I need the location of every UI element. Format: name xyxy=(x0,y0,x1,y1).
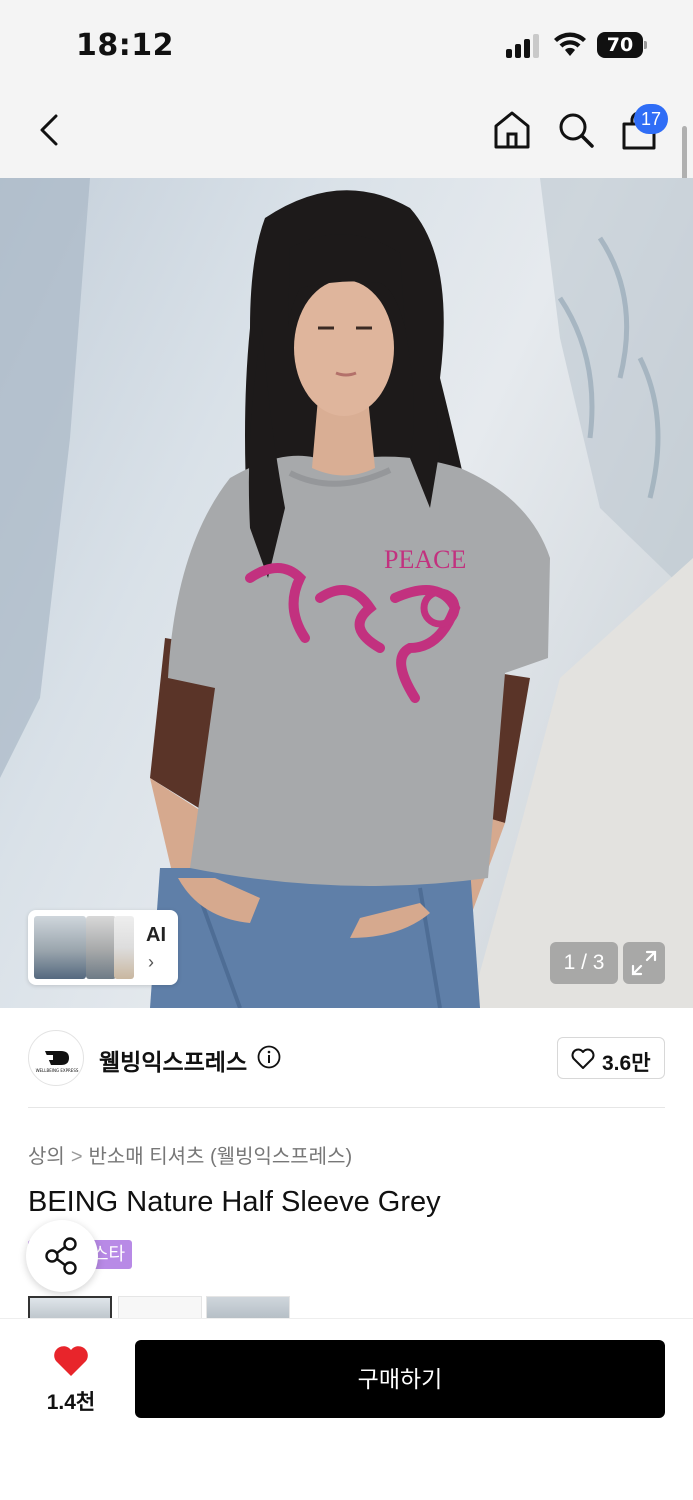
battery-icon: 70 xyxy=(597,32,647,58)
cart-count-badge: 17 xyxy=(634,104,668,134)
gallery-page-counter: 1 / 3 xyxy=(550,942,618,984)
color-thumbnail[interactable] xyxy=(118,1296,202,1320)
brand-like-count: 3.6만 xyxy=(602,1052,651,1075)
status-time: 18:12 xyxy=(76,28,174,63)
home-icon[interactable] xyxy=(490,108,534,152)
back-arrow-icon[interactable] xyxy=(28,108,72,152)
share-icon xyxy=(45,1237,77,1275)
brand-name[interactable]: 웰빙익스프레스 xyxy=(99,1043,247,1077)
brand-logo[interactable]: WELLBEING EXPRESS xyxy=(28,1030,84,1086)
info-icon[interactable] xyxy=(257,1045,281,1069)
color-thumbnail[interactable] xyxy=(28,1296,112,1320)
product-like-count: 1.4천 xyxy=(46,1391,96,1414)
ai-thumb-2 xyxy=(86,916,116,979)
ai-thumb-3 xyxy=(114,916,134,979)
breadcrumb-separator: > xyxy=(70,1146,83,1168)
breadcrumb: 상의 > 반소매 티셔츠 (웰빙익스프레스) xyxy=(28,1140,352,1169)
breadcrumb-category[interactable]: 상의 xyxy=(28,1140,65,1169)
product-photo: PEACE xyxy=(0,178,693,1008)
battery-level: 70 xyxy=(597,32,643,58)
ai-thumb-1 xyxy=(34,916,86,979)
expand-icon[interactable] xyxy=(623,942,665,984)
color-thumbnail[interactable] xyxy=(206,1296,290,1320)
status-bar: 18:12 70 xyxy=(0,0,693,90)
product-gallery[interactable]: PEACE xyxy=(0,178,693,1008)
ai-try-on-card[interactable]: AI › xyxy=(28,910,178,985)
heart-outline-icon xyxy=(571,1048,595,1069)
divider xyxy=(28,1107,665,1108)
share-button[interactable] xyxy=(26,1220,98,1292)
brand-logo-text: WELLBEING EXPRESS xyxy=(36,1068,79,1073)
heart-filled-icon[interactable] xyxy=(52,1344,90,1378)
wifi-icon xyxy=(554,32,586,56)
buy-button[interactable]: 구매하기 xyxy=(135,1340,665,1418)
ai-label: AI xyxy=(146,924,166,946)
product-title: BEING Nature Half Sleeve Grey xyxy=(28,1186,441,1218)
search-icon[interactable] xyxy=(554,108,598,152)
breadcrumb-subcategory[interactable]: 반소매 티셔츠 (웰빙익스프레스) xyxy=(89,1140,353,1169)
chevron-right-icon: › xyxy=(148,952,154,972)
cellular-signal-icon xyxy=(506,34,542,58)
brand-like-button[interactable]: 3.6만 xyxy=(557,1037,665,1079)
shirt-print-text: PEACE xyxy=(384,545,466,574)
